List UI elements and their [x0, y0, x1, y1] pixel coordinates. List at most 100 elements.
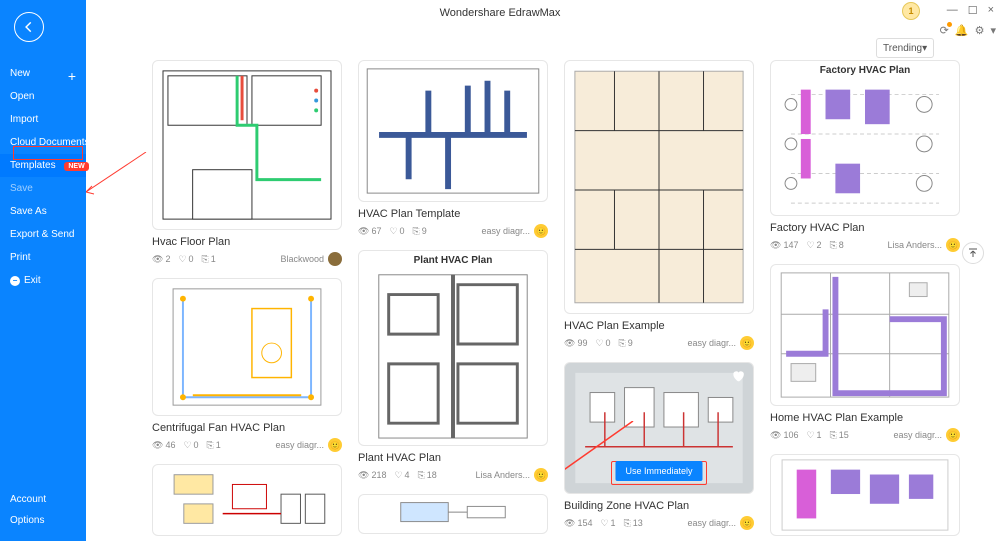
template-thumb: [152, 464, 342, 536]
sidebar-label: New: [10, 68, 30, 79]
template-card[interactable]: HVAC Plan Template 👁67 ♡0 ⎘9 easy diagr.…: [358, 60, 548, 238]
sidebar-label: Templates: [10, 160, 56, 171]
template-thumb: [770, 264, 960, 406]
template-card[interactable]: Plant HVAC Plan Plant HVAC Plan 👁218 ♡4 …: [358, 250, 548, 482]
avatar-icon: 🙂: [946, 428, 960, 442]
minimize-button[interactable]: —: [947, 4, 958, 17]
template-thumb: [770, 454, 960, 536]
template-thumb: [358, 494, 548, 534]
card-stats: 👁46 ♡0 ⎘1 easy diagr...🙂: [152, 438, 342, 452]
views-stat: 👁99: [564, 338, 587, 349]
template-thumb: [358, 60, 548, 202]
back-button[interactable]: [14, 12, 44, 42]
template-thumb: [152, 60, 342, 230]
views-stat: 👁46: [152, 440, 175, 451]
maximize-button[interactable]: ☐: [968, 4, 978, 17]
sidebar-item-cloud-documents[interactable]: Cloud Documents: [0, 131, 86, 154]
card-stats: 👁2 ♡0 ⎘1 Blackwood: [152, 252, 342, 266]
author: easy diagr...🙂: [687, 516, 754, 530]
template-card[interactable]: Centrifugal Fan HVAC Plan 👁46 ♡0 ⎘1 easy…: [152, 278, 342, 452]
copies-stat: ⎘9: [619, 338, 633, 349]
template-card[interactable]: Hvac Floor Plan 👁2 ♡0 ⎘1 Blackwood: [152, 60, 342, 266]
chevron-down-icon: ▾: [922, 43, 927, 54]
avatar-icon: [328, 252, 342, 266]
sidebar-label: Print: [10, 252, 31, 263]
sidebar-item-open[interactable]: Open: [0, 85, 86, 108]
views-stat: 👁67: [358, 226, 381, 237]
author: Lisa Anders...🙂: [475, 468, 548, 482]
template-card[interactable]: Use Immediately Building Zone HVAC Plan …: [564, 362, 754, 530]
views-stat: 👁218: [358, 470, 386, 481]
views-stat: 👁154: [564, 518, 592, 529]
thumb-label: Factory HVAC Plan: [771, 65, 959, 76]
close-button[interactable]: ×: [988, 4, 994, 17]
template-thumb-hovered: Use Immediately: [564, 362, 754, 494]
sort-label: Trending: [883, 43, 922, 54]
sidebar-label: Export & Send: [10, 229, 74, 240]
main-area: Trending ▾ Hvac Floor Plan 👁2 ♡0 ⎘1 Blac…: [86, 26, 1000, 541]
card-stats: 👁99 ♡0 ⎘9 easy diagr...🙂: [564, 336, 754, 350]
author: Lisa Anders...🙂: [887, 238, 960, 252]
template-card[interactable]: [770, 454, 960, 536]
author: easy diagr...🙂: [893, 428, 960, 442]
template-title: Building Zone HVAC Plan: [564, 500, 754, 512]
card-stats: 👁67 ♡0 ⎘9 easy diagr...🙂: [358, 224, 548, 238]
copies-stat: ⎘1: [202, 254, 216, 265]
copies-stat: ⎘13: [624, 518, 643, 529]
avatar-icon: 🙂: [946, 238, 960, 252]
template-title: Plant HVAC Plan: [358, 452, 548, 464]
sidebar-label: Save As: [10, 206, 47, 217]
sort-dropdown[interactable]: Trending ▾: [876, 38, 934, 58]
author: easy diagr...🙂: [687, 336, 754, 350]
template-card[interactable]: Factory HVAC Plan Factory HVAC Plan 👁147…: [770, 60, 960, 252]
template-thumb: [152, 278, 342, 416]
sidebar-item-options[interactable]: Options: [0, 510, 86, 531]
likes-stat: ♡0: [183, 440, 198, 451]
exit-icon: −: [10, 276, 20, 286]
template-card[interactable]: [152, 464, 342, 536]
avatar-icon: 🙂: [534, 224, 548, 238]
sidebar-item-save[interactable]: Save: [0, 177, 86, 200]
user-badge[interactable]: 1: [902, 2, 920, 20]
sidebar-label: Save: [10, 183, 33, 194]
sidebar: New Open Import Cloud Documents Template…: [0, 0, 86, 541]
card-stats: 👁218 ♡4 ⎘18 Lisa Anders...🙂: [358, 468, 548, 482]
avatar-icon: 🙂: [740, 336, 754, 350]
thumb-label: Plant HVAC Plan: [359, 255, 547, 266]
sidebar-item-account[interactable]: Account: [0, 489, 86, 510]
use-immediately-button[interactable]: Use Immediately: [615, 461, 702, 481]
template-card[interactable]: HVAC Plan Example 👁99 ♡0 ⎘9 easy diagr..…: [564, 60, 754, 350]
grid-column: Factory HVAC Plan Factory HVAC Plan 👁147…: [770, 60, 960, 536]
template-title: Centrifugal Fan HVAC Plan: [152, 422, 342, 434]
template-title: Hvac Floor Plan: [152, 236, 342, 248]
sidebar-label: Import: [10, 114, 38, 125]
likes-stat: ♡2: [806, 240, 821, 251]
sidebar-item-export[interactable]: Export & Send: [0, 223, 86, 246]
template-title: Factory HVAC Plan: [770, 222, 960, 234]
template-thumb: Plant HVAC Plan: [358, 250, 548, 446]
sidebar-menu: New Open Import Cloud Documents Template…: [0, 62, 86, 292]
card-stats: 👁154 ♡1 ⎘13 easy diagr...🙂: [564, 516, 754, 530]
template-title: HVAC Plan Template: [358, 208, 548, 220]
author: easy diagr...🙂: [275, 438, 342, 452]
copies-stat: ⎘8: [830, 240, 844, 251]
template-card[interactable]: [358, 494, 548, 534]
sidebar-item-new[interactable]: New: [0, 62, 86, 85]
sidebar-item-import[interactable]: Import: [0, 108, 86, 131]
views-stat: 👁106: [770, 430, 798, 441]
heart-icon[interactable]: [731, 369, 745, 383]
sidebar-item-save-as[interactable]: Save As: [0, 200, 86, 223]
likes-stat: ♡4: [394, 470, 409, 481]
sidebar-item-exit[interactable]: −Exit: [0, 269, 86, 292]
template-grid: Hvac Floor Plan 👁2 ♡0 ⎘1 Blackwood Centr…: [152, 60, 1000, 536]
likes-stat: ♡1: [600, 518, 615, 529]
sidebar-item-print[interactable]: Print: [0, 246, 86, 269]
likes-stat: ♡0: [178, 254, 193, 265]
author: Blackwood: [280, 252, 342, 266]
template-card[interactable]: Home HVAC Plan Example 👁106 ♡1 ⎘15 easy …: [770, 264, 960, 442]
sidebar-item-templates[interactable]: Templates NEW: [0, 154, 86, 177]
sidebar-label: Exit: [24, 275, 41, 286]
sidebar-label: Account: [10, 494, 46, 505]
card-stats: 👁147 ♡2 ⎘8 Lisa Anders...🙂: [770, 238, 960, 252]
template-title: HVAC Plan Example: [564, 320, 754, 332]
